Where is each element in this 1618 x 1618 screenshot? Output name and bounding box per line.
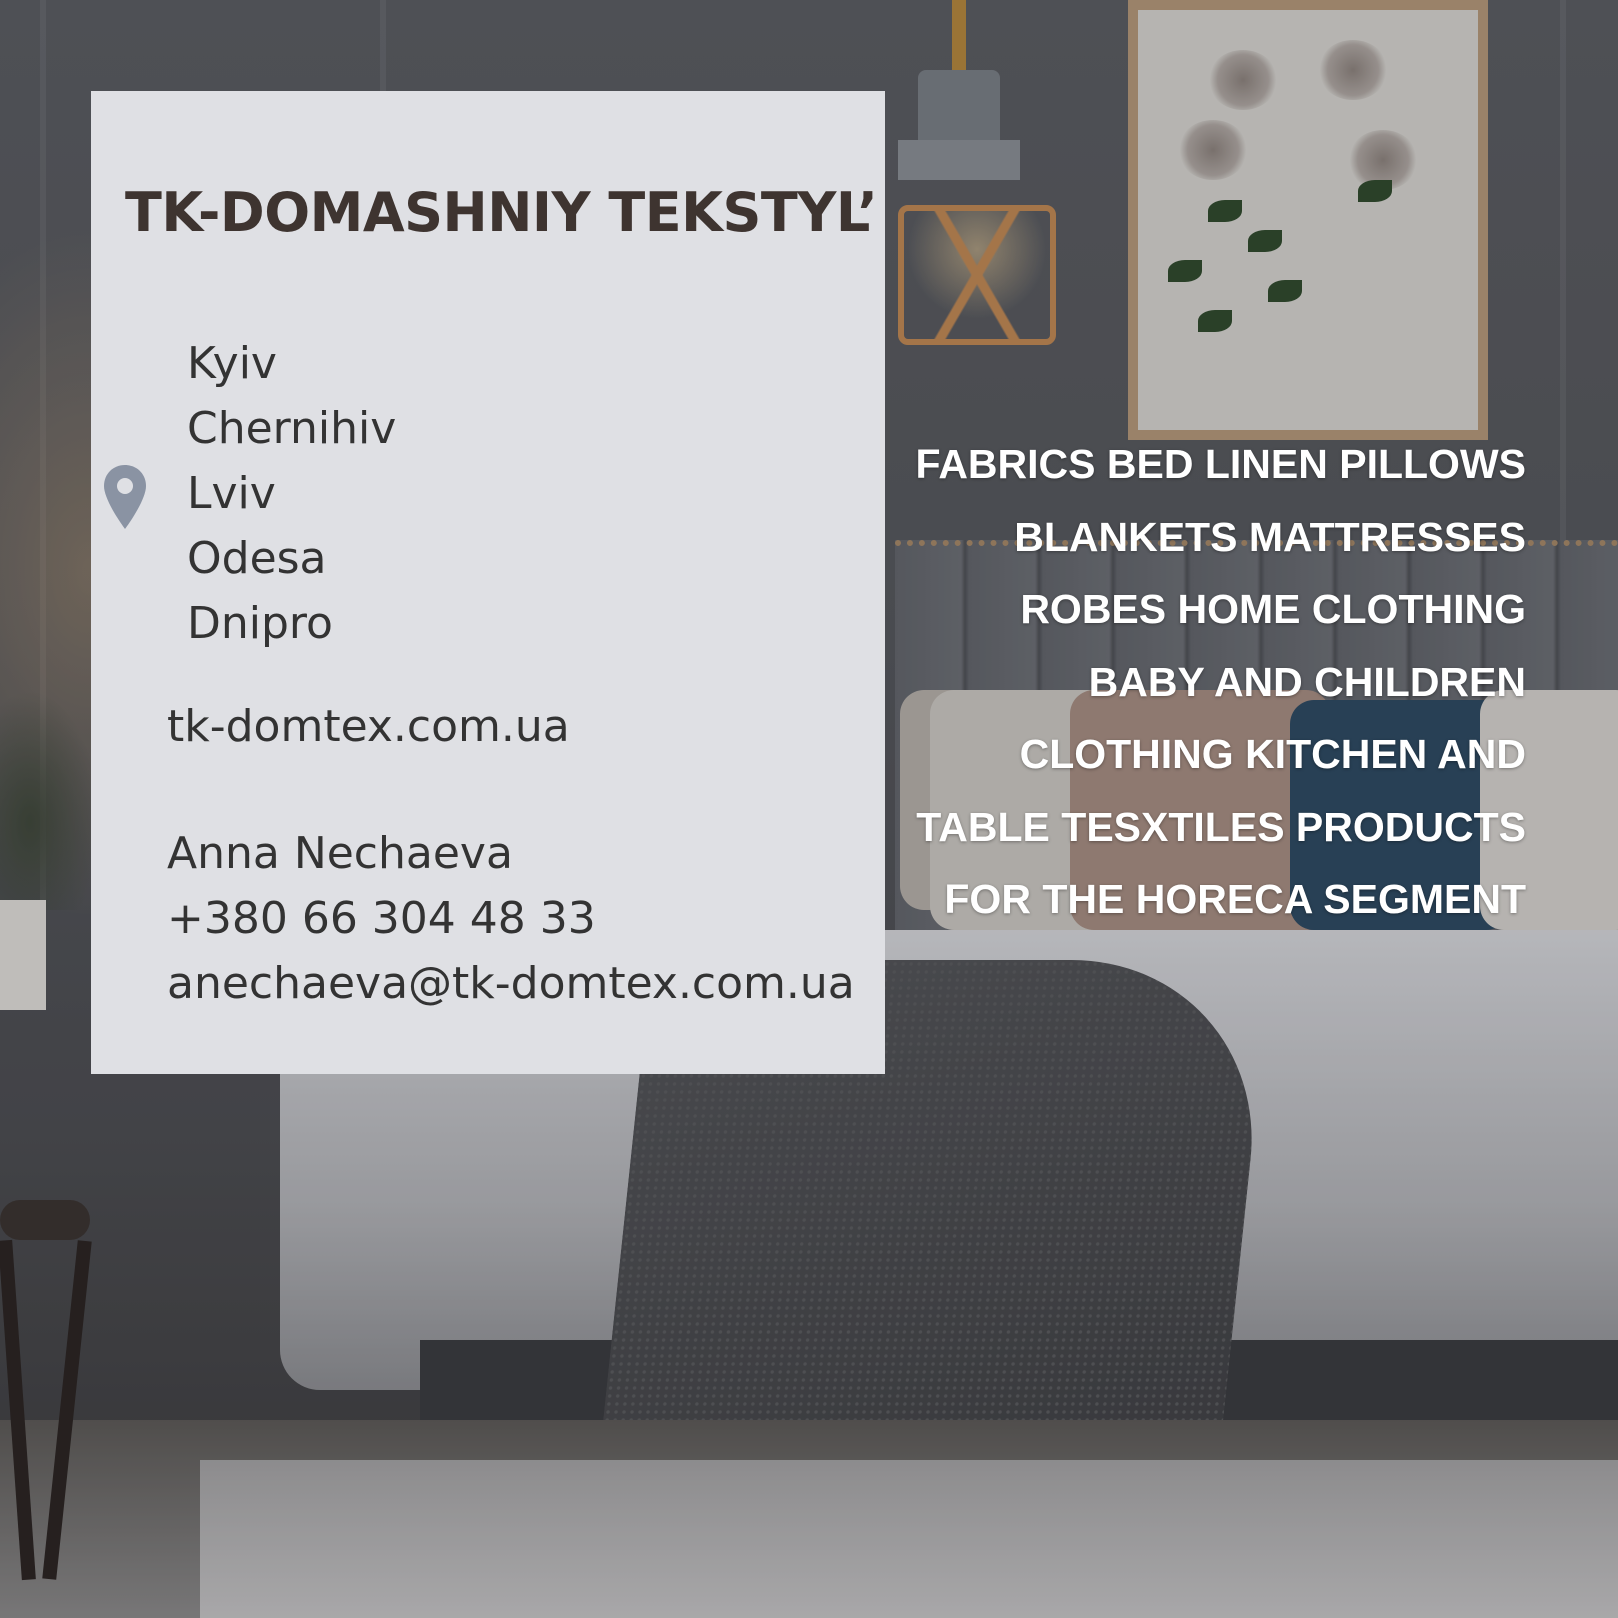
product-line: BABY AND CHILDREN — [1088, 658, 1526, 705]
product-categories: FABRICS BED LINEN PILLOWS BLANKETS MATTR… — [916, 428, 1526, 936]
contact-email[interactable]: anechaeva@tk-domtex.com.ua — [167, 958, 855, 1009]
website-link[interactable]: tk-domtex.com.ua — [167, 701, 570, 752]
product-line: CLOTHING KITCHEN AND — [1019, 731, 1526, 777]
city-item: Lviv — [187, 468, 276, 519]
contact-phone[interactable]: +380 66 304 48 33 — [167, 893, 596, 944]
contact-name: Anna Nechaeva — [167, 828, 513, 879]
map-pin-icon — [104, 465, 146, 529]
company-name: TK-DOMASHNIY TEKSTYL’ — [125, 181, 878, 244]
product-line: FABRICS BED LINEN PILLOWS — [915, 441, 1526, 487]
city-item: Chernihiv — [187, 403, 397, 454]
contact-card: TK-DOMASHNIY TEKSTYL’ Kyiv Chernihiv Lvi… — [91, 91, 885, 1074]
product-line: TABLE TESXTILES PRODUCTS — [916, 803, 1526, 850]
city-item: Kyiv — [187, 338, 277, 389]
product-line: ROBES HOME CLOTHING — [1020, 586, 1526, 632]
product-line: FOR THE HORECA SEGMENT — [944, 876, 1526, 922]
product-line: BLANKETS MATTRESSES — [1014, 513, 1526, 560]
city-list: Kyiv Chernihiv Lviv Odesa Dnipro — [187, 331, 396, 656]
city-item: Dnipro — [187, 598, 333, 649]
city-item: Odesa — [187, 533, 327, 584]
